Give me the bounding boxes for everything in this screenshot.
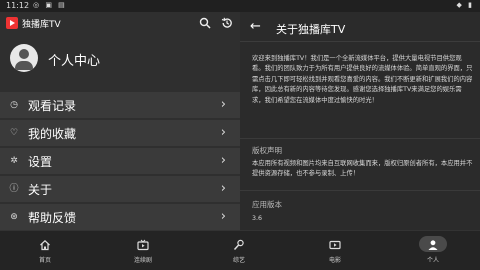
status-notification-icons: ◎ ▣ ▤ (33, 1, 67, 9)
menu-item-about[interactable]: ⓘ 关于 › (0, 176, 240, 202)
menu-item-help-feedback[interactable]: ⊛ 帮助反馈 › (0, 204, 240, 230)
top-app-bar: 独播库TV (0, 12, 240, 34)
status-bar: 11:12 ◎ ▣ ▤ ◆ ▮ (0, 0, 480, 12)
nav-label: 首页 (38, 257, 51, 264)
heart-icon: ♡ (9, 128, 19, 138)
chevron-right-icon: › (220, 125, 226, 140)
status-time: 11:12 (6, 1, 30, 10)
person-icon (428, 240, 438, 250)
chevron-right-icon: › (220, 97, 226, 112)
nav-item-movies[interactable]: 电影 (305, 231, 365, 270)
help-icon: ⊛ (10, 212, 18, 222)
profile-header[interactable]: 个人中心 (0, 42, 240, 84)
home-icon (40, 239, 50, 251)
nav-item-home[interactable]: 首页 (15, 231, 75, 270)
menu-item-label: 设置 (28, 155, 53, 169)
menu-item-settings[interactable]: ✲ 设置 › (0, 148, 240, 174)
chevron-right-icon: › (220, 181, 226, 196)
version-value: 3.6 (252, 215, 263, 222)
page-title: 关于独播库TV (276, 23, 346, 36)
copyright-label: 版权声明 (252, 146, 282, 155)
nav-item-variety[interactable]: 综艺 (209, 231, 269, 270)
history-icon[interactable] (221, 17, 233, 29)
nav-label: 电影 (328, 257, 341, 264)
menu-item-watch-history[interactable]: ◷ 观看记录 › (0, 92, 240, 118)
nav-label: 综艺 (232, 257, 245, 264)
menu-item-label: 我的收藏 (28, 127, 77, 141)
nav-item-series[interactable]: 连续剧 (113, 231, 173, 270)
nav-label: 个人 (426, 257, 439, 264)
chevron-right-icon: › (220, 209, 226, 224)
chevron-right-icon: › (220, 153, 226, 168)
left-panel: 独播库TV 个人中心 ◷ 观看记录 › ♡ 我的收藏 › ✲ 设置 › ⓘ 关于… (0, 12, 240, 230)
app-logo-icon (6, 17, 18, 29)
copyright-text: 本应用所有视频和图片均来自互联网收集而来，版权归原创者所有，本应用并不提供资源存… (252, 160, 473, 178)
app-title: 独播库TV (22, 20, 61, 30)
info-icon: ⓘ (9, 184, 19, 194)
history-icon: ◷ (10, 100, 18, 110)
menu-item-label: 观看记录 (28, 99, 77, 113)
divider (240, 138, 480, 139)
status-system-icons: ◆ ▮ (456, 1, 474, 9)
menu-item-favorites[interactable]: ♡ 我的收藏 › (0, 120, 240, 146)
menu-item-label: 帮助反馈 (28, 211, 77, 225)
film-icon (329, 240, 341, 250)
gear-icon: ✲ (10, 156, 18, 166)
about-header: ← 关于独播库TV (240, 12, 480, 42)
menu-item-label: 关于 (28, 183, 53, 197)
back-arrow-icon[interactable]: ← (250, 19, 261, 34)
version-label: 应用版本 (252, 200, 282, 209)
about-description: 欢迎来到独播库TV！我们是一个全新流媒体平台，提供大量电视节目供您观看。我们的团… (252, 55, 473, 104)
bottom-navigation: 首页 连续剧 综艺 电影 个人 (0, 230, 480, 270)
mic-icon (233, 239, 244, 251)
tv-icon (137, 239, 149, 251)
search-icon[interactable] (199, 17, 211, 29)
nav-label: 连续剧 (133, 257, 152, 264)
nav-item-profile[interactable]: 个人 (403, 231, 463, 270)
profile-label: 个人中心 (48, 54, 101, 69)
divider (240, 190, 480, 191)
avatar (10, 44, 38, 72)
about-panel: ← 关于独播库TV 欢迎来到独播库TV！我们是一个全新流媒体平台，提供大量电视节… (240, 12, 480, 230)
